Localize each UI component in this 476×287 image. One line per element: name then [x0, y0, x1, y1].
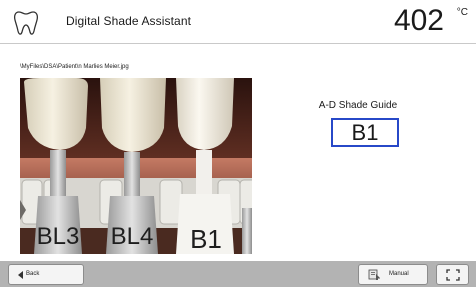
bottom-toolbar: Back Manual — [0, 261, 476, 287]
header-bar: Digital Shade Assistant 402 °C — [0, 0, 476, 44]
photo-tab-label: BL3 — [37, 223, 80, 250]
tooth-icon — [13, 11, 39, 35]
temperature-readout: 402 — [393, 4, 444, 37]
triangle-left-icon — [18, 271, 23, 279]
fullscreen-icon — [446, 269, 460, 281]
page-title: Digital Shade Assistant — [66, 14, 192, 28]
manual-button[interactable]: Manual — [358, 264, 428, 285]
back-button-label: Back — [26, 271, 40, 277]
temperature-unit: °C — [456, 7, 468, 18]
shade-guide-label: A-D Shade Guide — [318, 100, 398, 111]
main-content: \MyFiles\DSA\Patient\n Marlies Meier.jpg — [0, 44, 476, 261]
shade-result-value: B1 — [331, 118, 399, 147]
photo-tab-label: BL4 — [111, 223, 154, 250]
photo-tab-label: B1 — [190, 224, 222, 254]
manual-icon — [368, 269, 380, 280]
fullscreen-button[interactable] — [436, 264, 469, 285]
manual-button-label: Manual — [389, 271, 409, 277]
back-button[interactable]: Back — [8, 264, 84, 285]
file-path: \MyFiles\DSA\Patient\n Marlies Meier.jpg — [20, 64, 129, 70]
patient-photo: BL3 BL4 B1 — [20, 78, 252, 254]
